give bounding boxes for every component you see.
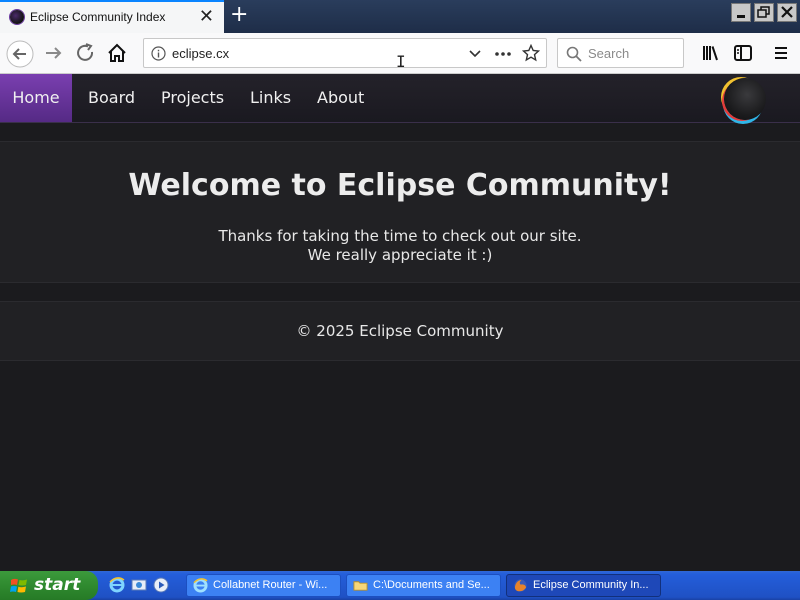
new-tab-icon[interactable]: + (230, 3, 248, 27)
tab-title: Eclipse Community Index (30, 10, 166, 24)
start-button[interactable]: start (0, 571, 98, 600)
taskbar-item-label: Eclipse Community In... (533, 579, 649, 591)
nav-about[interactable]: About (317, 74, 364, 122)
url-text[interactable]: eclipse.cx (172, 46, 229, 61)
close-window-icon[interactable] (777, 3, 797, 22)
restore-window-icon[interactable] (754, 3, 774, 22)
windows-logo-icon (10, 578, 27, 593)
close-tab-icon[interactable]: ✕ (199, 6, 214, 28)
browser-tab[interactable]: Eclipse Community Index ✕ (0, 0, 224, 33)
tab-strip: Eclipse Community Index ✕ + (0, 0, 800, 33)
footer-copyright: © 2025 Eclipse Community (296, 322, 504, 340)
ie-icon (193, 578, 208, 593)
site-logo[interactable] (724, 78, 766, 120)
bookmark-star-icon[interactable] (522, 44, 540, 62)
forward-icon[interactable] (42, 41, 66, 65)
text-cursor-icon: I (396, 52, 406, 71)
welcome-text-line-1: Thanks for taking the time to check out … (218, 227, 582, 245)
address-bar[interactable]: eclipse.cx (143, 38, 547, 68)
reload-icon[interactable] (74, 41, 98, 65)
sidebar-toggle-icon[interactable] (731, 41, 755, 65)
nav-board[interactable]: Board (88, 74, 135, 122)
menu-icon[interactable] (769, 41, 793, 65)
ie-quicklaunch-icon[interactable] (109, 577, 125, 593)
site-footer: © 2025 Eclipse Community (0, 301, 800, 361)
library-icon[interactable] (699, 41, 723, 65)
taskbar-item[interactable]: Collabnet Router - Wi... (186, 574, 341, 597)
nav-links[interactable]: Links (250, 74, 291, 122)
nav-projects[interactable]: Projects (161, 74, 224, 122)
welcome-title: Welcome to Eclipse Community! (128, 168, 672, 203)
start-label: start (34, 575, 81, 595)
nav-home[interactable]: Home (0, 74, 72, 122)
email-quicklaunch-icon[interactable] (131, 577, 147, 593)
search-placeholder: Search (588, 46, 630, 61)
taskbar-item-active[interactable]: Eclipse Community In... (506, 574, 661, 597)
web-page: Home Board Projects Links About Welcome … (0, 74, 800, 571)
site-navigation: Home Board Projects Links About (0, 74, 800, 123)
folder-icon (353, 581, 368, 591)
taskbar: start Collabnet Router - Wi... C:\Docume… (0, 571, 800, 600)
page-actions-icon[interactable] (494, 47, 512, 61)
welcome-text-line-2: We really appreciate it :) (307, 246, 493, 264)
minimize-window-icon[interactable] (731, 3, 751, 22)
media-player-quicklaunch-icon[interactable] (153, 577, 169, 593)
taskbar-item[interactable]: C:\Documents and Se... (346, 574, 501, 597)
back-icon[interactable] (6, 40, 34, 68)
firefox-icon (514, 579, 527, 592)
search-bar[interactable]: Search (557, 38, 684, 68)
welcome-section: Welcome to Eclipse Community! Thanks for… (0, 141, 800, 283)
chevron-down-icon[interactable] (468, 47, 482, 61)
taskbar-item-label: C:\Documents and Se... (373, 579, 490, 591)
site-info-icon[interactable] (151, 46, 166, 61)
search-icon (566, 46, 582, 62)
taskbar-item-label: Collabnet Router - Wi... (213, 579, 328, 591)
home-icon[interactable] (105, 41, 129, 65)
site-favicon-icon (10, 10, 24, 24)
